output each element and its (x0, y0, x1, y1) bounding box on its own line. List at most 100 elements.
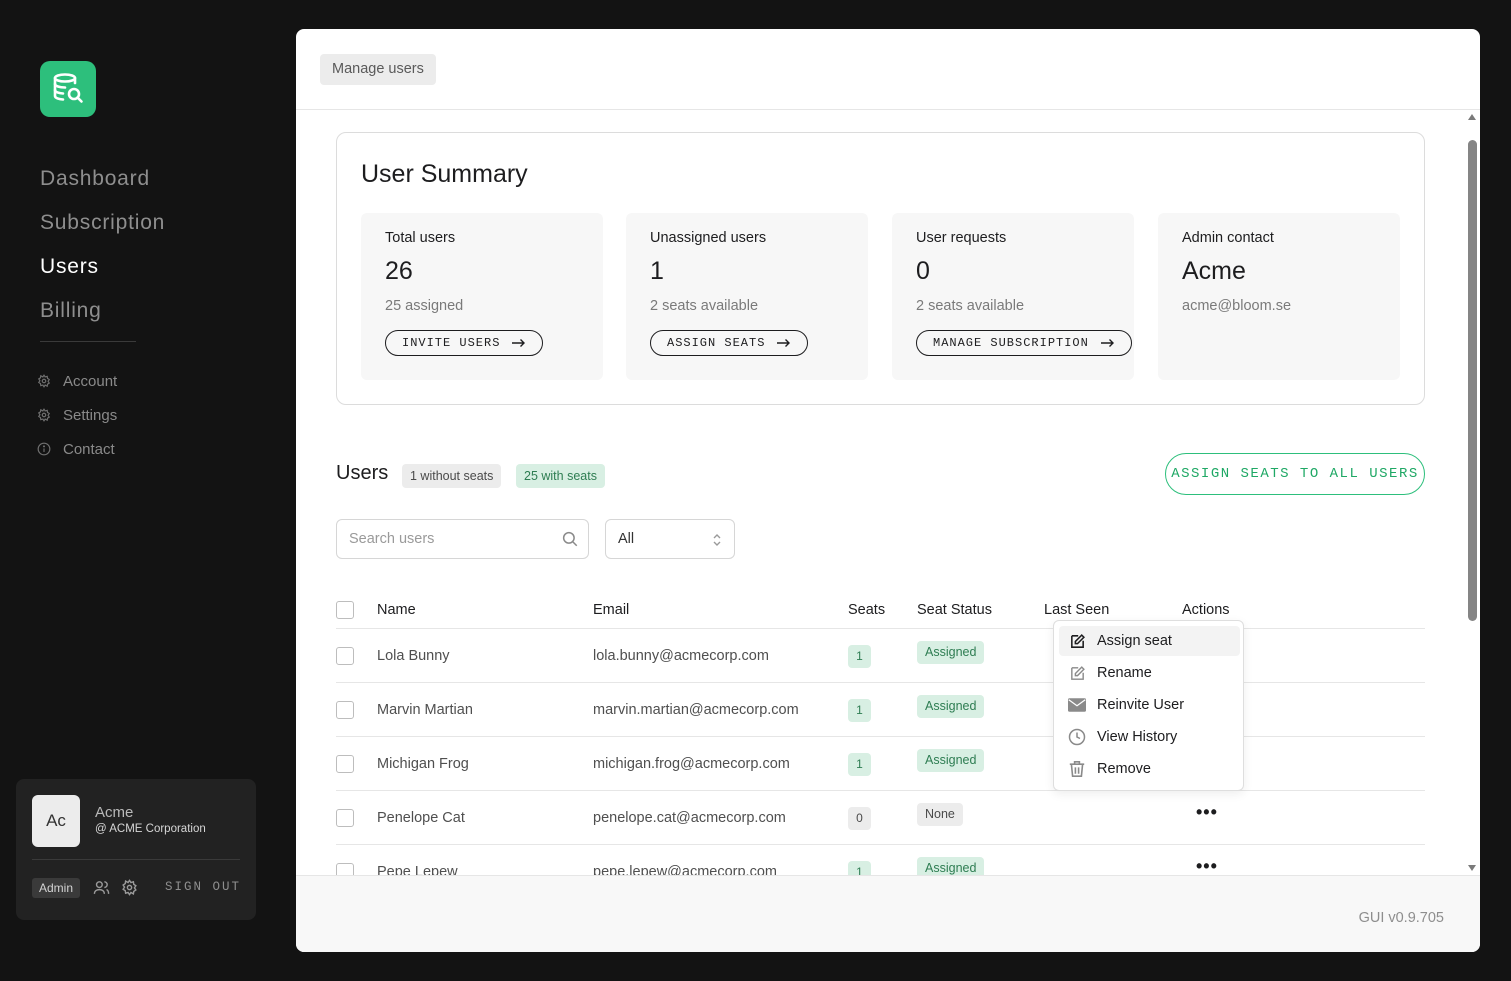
scroll-up-arrow-icon[interactable] (1468, 114, 1476, 120)
card-sub: 2 seats available (916, 298, 1025, 314)
sidebar: Dashboard Subscription Users Billing Acc… (0, 0, 280, 981)
main-panel: Manage users User Summary Total users 26… (296, 29, 1480, 952)
trash-icon (1068, 760, 1086, 778)
edit-icon (1068, 632, 1086, 650)
user-email: lola.bunny@acmecorp.com (593, 648, 769, 664)
nav-billing[interactable]: Billing (40, 292, 165, 336)
manage-subscription-label: MANAGE SUBSCRIPTION (933, 335, 1089, 350)
user-name: Pepe Lepew (377, 864, 458, 875)
row-actions-menu: Assign seat Rename Reinvite User View Hi… (1053, 620, 1244, 791)
row-checkbox[interactable] (336, 863, 354, 875)
invite-users-button[interactable]: INVITE USERS (385, 330, 544, 356)
menu-item-assign-seat[interactable]: Assign seat (1059, 626, 1240, 656)
account-org: @ ACME Corporation (95, 823, 206, 835)
card-label: User requests (916, 230, 1007, 246)
user-email: pepe.lepew@acmecorp.com (593, 864, 777, 875)
user-email: marvin.martian@acmecorp.com (593, 702, 799, 718)
status-badge: Assigned (917, 857, 985, 875)
column-header-seats[interactable]: Seats (848, 602, 885, 618)
menu-item-label: Remove (1097, 761, 1151, 777)
table-row: Pepe Lepew pepe.lepew@acmecorp.com 1 Ass… (336, 845, 1425, 875)
table-row: Penelope Cat penelope.cat@acmecorp.com 0… (336, 791, 1425, 845)
row-checkbox[interactable] (336, 647, 354, 665)
filter-select[interactable]: All (605, 519, 735, 559)
role-badge: Admin (32, 878, 81, 898)
card-value: 1 (650, 257, 664, 285)
assign-seats-button[interactable]: ASSIGN SEATS (650, 330, 809, 356)
search-input[interactable] (337, 520, 557, 558)
column-header-seat-status[interactable]: Seat Status (917, 602, 992, 618)
with-seats-badge[interactable]: 25 with seats (516, 464, 605, 488)
arrow-right-icon (777, 339, 791, 347)
menu-item-label: View History (1097, 729, 1178, 745)
sign-out-button[interactable]: SIGN OUT (165, 880, 241, 894)
status-badge: None (917, 803, 963, 826)
gear-icon[interactable] (121, 879, 138, 901)
card-sub: 25 assigned (385, 298, 464, 314)
without-seats-badge[interactable]: 1 without seats (402, 464, 502, 488)
arrow-right-icon (512, 339, 526, 347)
menu-item-rename[interactable]: Rename (1059, 658, 1240, 688)
nav-dashboard[interactable]: Dashboard (40, 160, 165, 204)
users-table: Name Email Seats Seat Status Last Seen A… (336, 585, 1425, 875)
nav-subscription[interactable]: Subscription (40, 204, 165, 248)
search-box (336, 519, 589, 559)
column-header-email[interactable]: Email (593, 602, 629, 618)
envelope-icon (1068, 696, 1086, 714)
filter-value: All (618, 531, 635, 547)
column-header-actions: Actions (1182, 602, 1230, 618)
nav-contact[interactable]: Contact (37, 432, 117, 466)
menu-item-remove[interactable]: Remove (1059, 754, 1240, 784)
table-header: Name Email Seats Seat Status Last Seen A… (336, 585, 1425, 629)
select-all-checkbox[interactable] (336, 601, 354, 619)
chevron-up-down-icon (712, 532, 722, 553)
card-value: 0 (916, 257, 930, 285)
card-label: Unassigned users (650, 230, 767, 246)
row-actions-button[interactable]: ••• (1196, 857, 1218, 875)
nav-users[interactable]: Users (40, 248, 165, 292)
database-search-icon[interactable] (40, 61, 96, 117)
card-label: Admin contact (1182, 230, 1274, 246)
seat-count-badge: 0 (848, 807, 871, 830)
users-title: Users (336, 462, 389, 484)
seat-count-badge: 1 (848, 699, 871, 722)
table-row: Lola Bunny lola.bunny@acmecorp.com 1 Ass… (336, 629, 1425, 683)
column-header-name[interactable]: Name (377, 602, 416, 618)
column-header-last-seen[interactable]: Last Seen (1044, 602, 1109, 618)
vertical-scrollbar[interactable] (1464, 110, 1480, 875)
table-row: Michigan Frog michigan.frog@acmecorp.com… (336, 737, 1425, 791)
scroll-down-arrow-icon[interactable] (1468, 865, 1476, 871)
main-nav: Dashboard Subscription Users Billing (40, 160, 165, 336)
arrow-right-icon (1100, 339, 1114, 347)
row-checkbox[interactable] (336, 755, 354, 773)
version-label: GUI v0.9.705 (1358, 910, 1444, 926)
invite-users-label: INVITE USERS (402, 335, 501, 350)
avatar[interactable]: Ac (32, 795, 80, 847)
table-row: Marvin Martian marvin.martian@acmecorp.c… (336, 683, 1425, 737)
menu-item-view-history[interactable]: View History (1059, 722, 1240, 752)
manage-subscription-button[interactable]: MANAGE SUBSCRIPTION (916, 330, 1132, 356)
search-icon[interactable] (561, 530, 579, 553)
user-name: Marvin Martian (377, 702, 473, 718)
user-email: michigan.frog@acmecorp.com (593, 756, 790, 772)
scrollbar-thumb[interactable] (1468, 140, 1477, 621)
user-summary: User Summary Total users 26 25 assigned … (336, 132, 1425, 405)
user-card-divider (32, 859, 240, 860)
card-value: Acme (1182, 257, 1246, 285)
assign-seats-to-all-button[interactable]: ASSIGN SEATS TO ALL USERS (1165, 453, 1425, 495)
nav-contact-label: Contact (63, 440, 115, 458)
status-badge: Assigned (917, 749, 985, 772)
menu-item-reinvite-user[interactable]: Reinvite User (1059, 690, 1240, 720)
secondary-nav: Account Settings Contact (37, 364, 117, 466)
admin-email: acme@bloom.se (1182, 298, 1292, 314)
users-icon[interactable] (93, 879, 110, 901)
row-checkbox[interactable] (336, 809, 354, 827)
breadcrumb[interactable]: Manage users (320, 54, 436, 85)
row-checkbox[interactable] (336, 701, 354, 719)
nav-settings[interactable]: Settings (37, 398, 117, 432)
user-name: Lola Bunny (377, 648, 450, 664)
menu-item-label: Assign seat (1097, 633, 1172, 649)
nav-settings-label: Settings (63, 406, 118, 424)
row-actions-button[interactable]: ••• (1196, 803, 1218, 821)
nav-account[interactable]: Account (37, 364, 117, 398)
